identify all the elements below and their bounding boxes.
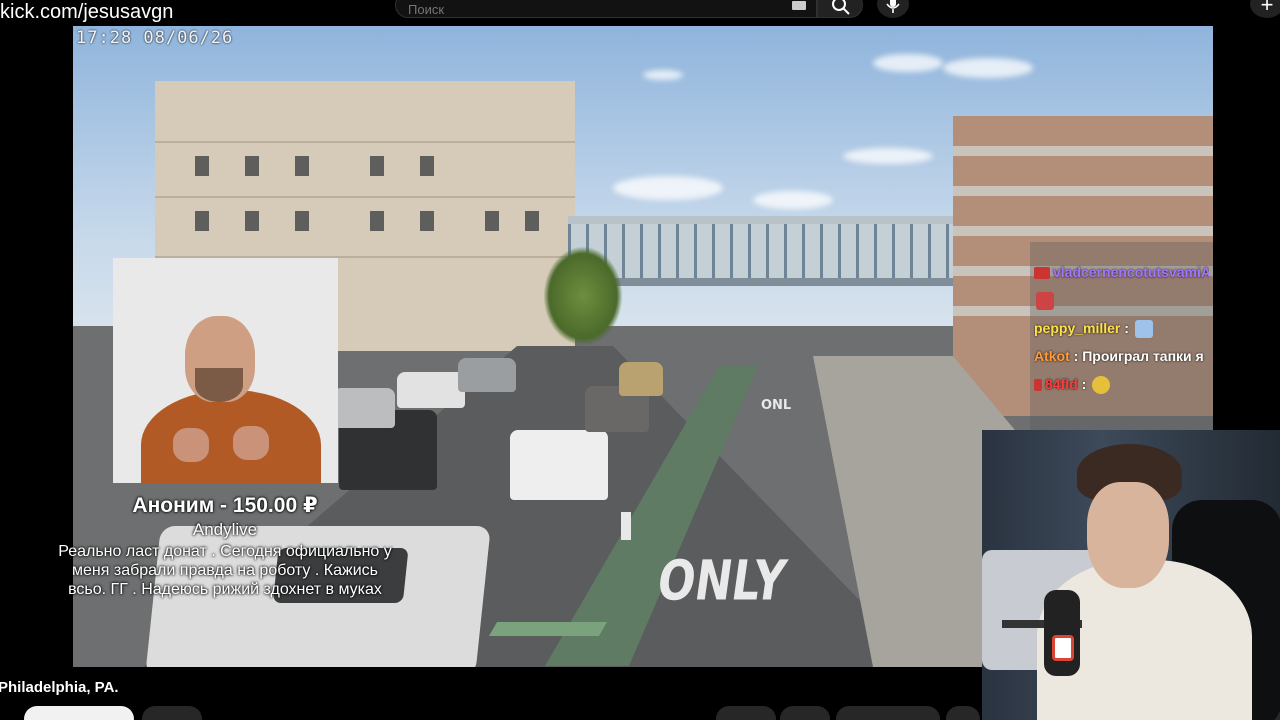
keyboard-icon[interactable]: [792, 1, 806, 10]
microphone-icon: [886, 0, 900, 13]
video-title: Philadelphia, PA.: [0, 679, 119, 696]
chat-username: vladcernencotutsvamiAnudA: [1053, 264, 1209, 280]
scene-bridge: [568, 216, 968, 286]
subscribe-button[interactable]: [24, 706, 134, 720]
emote-icon: [1134, 320, 1153, 339]
comments-button[interactable]: [780, 706, 830, 720]
more-button[interactable]: [946, 706, 980, 720]
chat-message: Atkot : Проиграл тапки я: [1034, 342, 1209, 370]
chat-overlay: vladcernencotutsvamiAnudA : peppy_miller…: [1030, 242, 1213, 432]
chat-text: :: [1081, 376, 1087, 392]
search-input[interactable]: [396, 0, 816, 17]
chat-username: peppy_miller: [1034, 320, 1121, 336]
donation-image: [113, 258, 338, 483]
microphone-icon: [1044, 590, 1080, 676]
emote-icon: [1092, 376, 1111, 395]
scene-car: [510, 430, 608, 500]
road-marking-only-far: ONL: [761, 398, 792, 413]
chat-message: [1034, 286, 1209, 314]
road-marking-only: ONLY: [653, 549, 790, 614]
badge-icon: [1034, 379, 1042, 392]
scene-car: [619, 362, 663, 396]
streamer-webcam: [982, 430, 1280, 720]
like-button[interactable]: [716, 706, 776, 720]
channel-url-overlay: kick.com/jesusavgn: [0, 1, 174, 23]
scene-car: [397, 372, 465, 408]
chat-message: peppy_miller :: [1034, 314, 1209, 342]
chat-username: 84fld: [1045, 376, 1078, 392]
scene-car: [458, 358, 516, 392]
road-marking-line: [488, 622, 608, 636]
donation-alert: Аноним - 150.00 ₽ Andylive Реально ласт …: [55, 493, 395, 599]
camera-timestamp: 17:28 08/06/26: [76, 28, 234, 48]
scene-tree: [543, 246, 623, 346]
chat-text: :: [1124, 320, 1129, 336]
search-icon: [832, 0, 850, 15]
share-button[interactable]: [836, 706, 940, 720]
road-marking-arrow: [621, 512, 631, 540]
chat-username: Atkot: [1034, 348, 1070, 364]
channel-action-button[interactable]: [142, 706, 202, 720]
chat-message: 84fld :: [1034, 370, 1209, 398]
badge-icon: [1034, 267, 1050, 280]
scene-car: [333, 388, 395, 428]
search-bar[interactable]: [395, 0, 817, 18]
emote-icon: [1036, 292, 1054, 311]
chat-message: vladcernencotutsvamiAnudA :: [1034, 258, 1209, 286]
donation-name: Andylive: [192, 520, 258, 539]
plus-icon: +: [1260, 0, 1274, 17]
create-button[interactable]: +: [1250, 0, 1280, 18]
donation-amount: Аноним - 150.00 ₽: [132, 494, 318, 517]
search-button[interactable]: [817, 0, 863, 18]
chat-text: : Проиграл тапки я: [1073, 348, 1204, 364]
donation-message: Реально ласт донат . Сегодня официально …: [58, 543, 392, 598]
voice-search-button[interactable]: [877, 0, 909, 18]
